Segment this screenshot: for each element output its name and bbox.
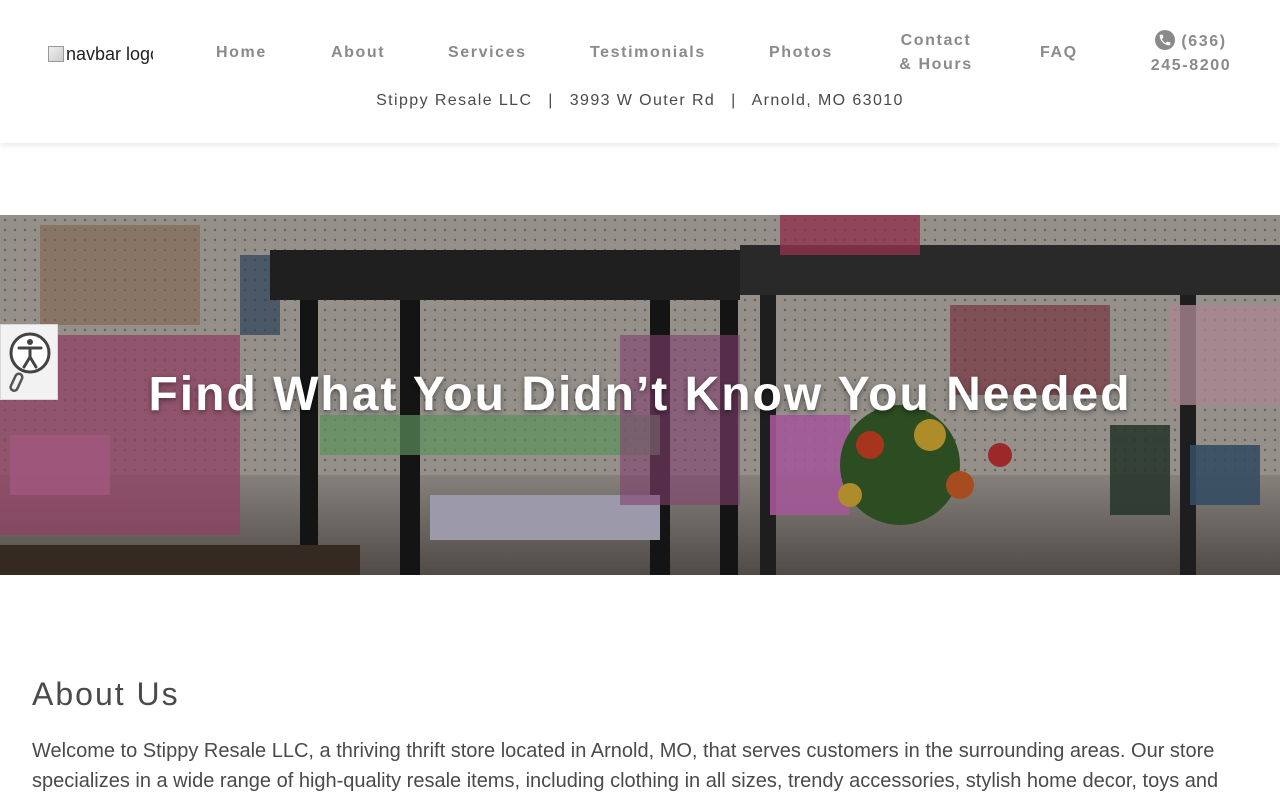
nav-testimonials[interactable]: Testimonials [590,41,706,65]
about-heading: About Us [32,676,180,712]
nav-contact-hours[interactable]: Contact & Hours [898,29,974,77]
address-separator: | [548,92,554,109]
phone-icon [1155,30,1176,50]
nav-home[interactable]: Home [216,41,267,65]
nav-photos[interactable]: Photos [769,41,833,65]
site-header: navbar logo Home About Services Testimon… [0,0,1280,143]
city-state-zip: Arnold, MO 63010 [751,92,904,109]
about-paragraph: Welcome to Stippy Resale LLC, a thriving… [32,740,1219,792]
nav-contact-line1: Contact [900,32,972,49]
navbar-logo[interactable]: navbar logo [48,40,153,68]
accessibility-widget-button[interactable] [0,324,58,400]
phone-line2: 245-8200 [1150,57,1232,74]
hero-banner: Find What You Didn’t Know You Needed [0,215,1280,575]
accessibility-icon [9,332,51,392]
broken-image-icon [48,46,64,62]
phone-line1: (636) [1181,33,1227,50]
business-name: Stippy Resale LLC [376,92,533,109]
nav-services[interactable]: Services [448,41,527,65]
nav-phone[interactable]: (636) 245-8200 [1150,30,1232,78]
hero-title: Find What You Didn’t Know You Needed [148,368,1132,421]
address-bar: Stippy Resale LLC | 3993 W Outer Rd | Ar… [0,92,1280,110]
address-separator: | [731,92,737,109]
nav-about[interactable]: About [331,41,385,65]
street-address: 3993 W Outer Rd [569,92,716,109]
nav-contact-line2: & Hours [899,56,973,73]
logo-alt-text: navbar logo [66,43,153,64]
nav-faq[interactable]: FAQ [1040,41,1078,65]
